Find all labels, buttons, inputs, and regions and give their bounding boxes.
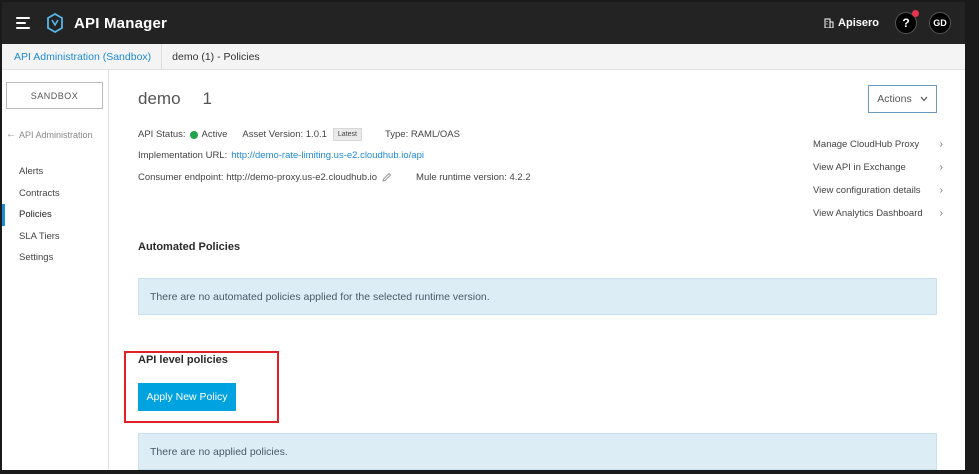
actions-dropdown[interactable]: Actions <box>868 85 937 113</box>
sidebar-item-contracts[interactable]: Contracts <box>2 183 109 205</box>
view-analytics-dashboard-link[interactable]: View Analytics Dashboard › <box>813 202 943 225</box>
help-button[interactable]: ? <box>895 10 919 34</box>
breadcrumb-current: demo (1) - Policies <box>172 50 260 63</box>
arrow-left-icon: ← <box>6 129 16 140</box>
view-api-in-exchange-link[interactable]: View API in Exchange › <box>813 156 943 179</box>
app-title: API Manager <box>74 14 168 32</box>
breadcrumb-divider <box>161 43 163 70</box>
api-policies-empty-message: There are no applied policies. <box>138 433 937 470</box>
help-icon: ? <box>902 16 910 30</box>
api-links-panel: Manage CloudHub Proxy › View API in Excha… <box>813 133 943 225</box>
edit-pencil-icon[interactable] <box>381 172 392 183</box>
link-label: View configuration details <box>813 185 921 196</box>
app-window: API Manager Apisero ? GD API Administrat… <box>2 2 965 470</box>
link-label: Manage CloudHub Proxy <box>813 139 920 150</box>
status-active-indicator <box>189 130 198 139</box>
org-switcher[interactable]: Apisero <box>824 17 879 29</box>
main-content: demo 1 Actions API Status: Active Asset V… <box>110 70 965 470</box>
building-icon <box>824 18 834 28</box>
breadcrumb-parent-link[interactable]: API Administration (Sandbox) <box>14 51 151 63</box>
consumer-endpoint: Consumer endpoint: http://demo-proxy.us-… <box>138 172 378 183</box>
manage-cloudhub-proxy-link[interactable]: Manage CloudHub Proxy › <box>813 133 943 156</box>
consumer-endpoint-row: Consumer endpoint: http://demo-proxy.us-… <box>138 172 531 183</box>
actions-label: Actions <box>877 93 912 105</box>
sidebar: SANDBOX ← API Administration Alerts Cont… <box>2 70 109 470</box>
mule-runtime-version: Mule runtime version: 4.2.2 <box>416 172 531 183</box>
link-label: View API in Exchange <box>813 162 906 173</box>
chevron-down-icon <box>920 96 928 102</box>
back-to-api-administration-link[interactable]: ← API Administration <box>6 129 93 140</box>
api-type: Type: RAML/OAS <box>384 129 460 140</box>
breadcrumb: API Administration (Sandbox) demo (1) - … <box>2 43 965 70</box>
chevron-right-icon: › <box>939 208 943 219</box>
chevron-right-icon: › <box>939 139 943 150</box>
asset-version: Asset Version: 1.0.1 <box>242 129 327 140</box>
environment-button[interactable]: SANDBOX <box>6 82 103 109</box>
implementation-url-row: Implementation URL: http://demo-rate-lim… <box>138 150 424 161</box>
back-link-label: API Administration <box>19 129 93 140</box>
api-status-row: API Status: Active Asset Version: 1.0.1 … <box>138 128 460 141</box>
mulesoft-logo-icon <box>47 13 63 33</box>
api-name: demo <box>138 89 181 108</box>
sidebar-item-alerts[interactable]: Alerts <box>2 161 109 183</box>
menu-icon[interactable] <box>16 17 30 29</box>
chevron-right-icon: › <box>939 185 943 196</box>
api-title: demo 1 <box>138 89 212 109</box>
link-label: View Analytics Dashboard <box>813 208 923 219</box>
implementation-url-link[interactable]: http://demo-rate-limiting.us-e2.cloudhub… <box>231 150 424 161</box>
highlight-annotation-box <box>124 351 279 423</box>
user-avatar[interactable]: GD <box>929 12 951 34</box>
latest-badge: Latest <box>332 128 362 141</box>
api-version: 1 <box>202 89 212 108</box>
status-label: API Status: <box>138 129 186 140</box>
view-configuration-details-link[interactable]: View configuration details › <box>813 179 943 202</box>
sidebar-item-sla-tiers[interactable]: SLA Tiers <box>2 226 109 248</box>
sidebar-nav: Alerts Contracts Policies SLA Tiers Sett… <box>2 161 109 269</box>
implementation-url-label: Implementation URL: <box>138 150 228 161</box>
chevron-right-icon: › <box>939 162 943 173</box>
automated-policies-title: Automated Policies <box>138 241 241 253</box>
notification-dot <box>912 10 919 17</box>
sidebar-item-settings[interactable]: Settings <box>2 247 109 269</box>
sidebar-item-policies[interactable]: Policies <box>2 204 109 226</box>
status-value: Active <box>201 129 228 140</box>
org-name: Apisero <box>838 17 879 29</box>
automated-policies-empty-message: There are no automated policies applied … <box>138 278 937 315</box>
top-bar: API Manager Apisero ? GD <box>2 2 965 44</box>
